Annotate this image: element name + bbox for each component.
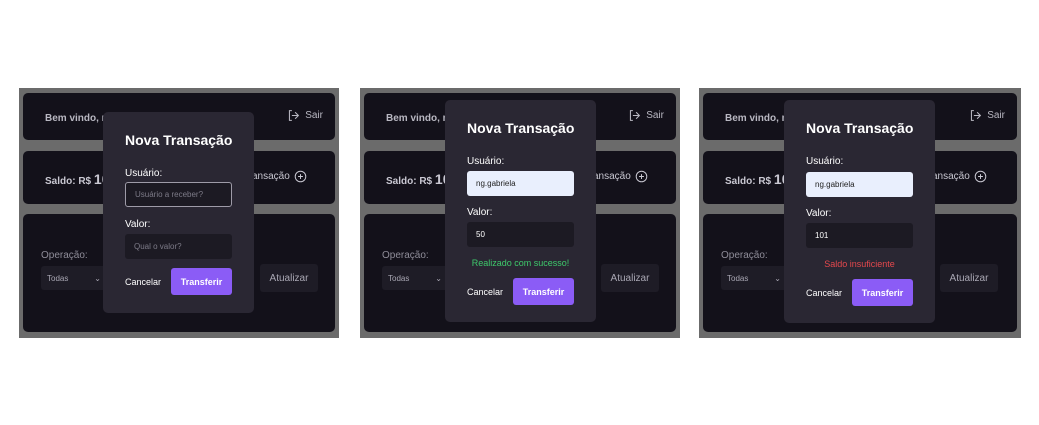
new-transaction-label: ansação [932,171,970,182]
cancel-button[interactable]: Cancelar [806,288,842,298]
operation-select[interactable]: Todas ⌄ [41,266,107,290]
screenshot-error: Bem vindo, n Sair Saldo: R$ 10 ansação O… [699,88,1021,338]
new-transaction-button[interactable]: ansação [932,170,987,183]
balance-label: Saldo: R$ [386,176,433,187]
user-input[interactable]: Usuário a receber? [125,182,232,207]
error-message: Saldo insuficiente [824,259,895,269]
operation-label: Operação: [382,250,429,261]
transfer-label: Transferir [522,286,565,297]
greeting-text: Bem vindo, n [45,113,108,124]
logout-button[interactable]: Sair [969,109,1005,122]
value-placeholder: Qual o valor? [134,242,182,251]
refresh-label: Atualizar [949,272,989,284]
refresh-button[interactable]: Atualizar [260,264,318,292]
value-input[interactable]: Qual o valor? [125,234,232,259]
value-input[interactable]: 50 [467,222,574,247]
value-label: Valor: [467,207,493,218]
transfer-button[interactable]: Transferir [852,279,913,306]
balance-text: Saldo: R$ 10 [386,171,450,187]
greeting-text: Bem vindo, n [386,113,449,124]
user-input[interactable]: ng.gabriela [806,172,913,197]
screenshot-empty-form: Bem vindo, n Sair Saldo: R$ 10 ansação O… [19,88,339,338]
success-message: Realizado com sucesso! [471,258,570,268]
plus-circle-icon [635,170,648,183]
screenshot-success: Bem vindo, n Sair Saldo: R$ 10 ansação O… [360,88,680,338]
new-transaction-modal: Nova Transação Usuário: ng.gabriela Valo… [445,100,596,322]
new-transaction-modal: Nova Transação Usuário: ng.gabriela Valo… [784,100,935,323]
transfer-label: Transferir [861,287,904,298]
operation-selected: Todas [47,273,69,283]
balance-text: Saldo: R$ 10 [45,171,109,187]
cancel-button[interactable]: Cancelar [125,277,161,287]
user-placeholder: Usuário a receber? [135,190,204,199]
new-transaction-button[interactable]: ansação [593,170,648,183]
refresh-label: Atualizar [610,272,650,284]
value-value: 50 [476,230,485,239]
modal-title: Nova Transação [467,120,575,136]
logout-icon [289,110,300,121]
transfer-button[interactable]: Transferir [513,278,574,305]
refresh-button[interactable]: Atualizar [940,264,998,292]
chevron-down-icon: ⌄ [774,273,781,283]
balance-label: Saldo: R$ [45,176,92,187]
refresh-label: Atualizar [269,272,309,284]
new-transaction-label: ansação [252,171,290,182]
greeting-text: Bem vindo, n [725,113,788,124]
logout-label: Sair [646,110,664,121]
new-transaction-modal: Nova Transação Usuário: Usuário a recebe… [103,112,254,313]
user-value: ng.gabriela [476,179,516,188]
logout-icon [971,110,982,121]
operation-select[interactable]: Todas ⌄ [721,266,787,290]
value-input[interactable]: 101 [806,223,913,248]
operation-label: Operação: [721,250,768,261]
logout-button[interactable]: Sair [287,109,323,122]
transfer-button[interactable]: Transferir [171,268,232,295]
user-label: Usuário: [125,168,163,179]
operation-selected: Todas [727,273,749,283]
user-input[interactable]: ng.gabriela [467,171,574,196]
user-label: Usuário: [806,156,844,167]
refresh-button[interactable]: Atualizar [601,264,659,292]
user-value: ng.gabriela [815,180,855,189]
new-transaction-button[interactable]: ansação [252,170,307,183]
chevron-down-icon: ⌄ [94,273,101,283]
transfer-label: Transferir [180,276,223,287]
logout-button[interactable]: Sair [628,109,664,122]
cancel-button[interactable]: Cancelar [467,287,503,297]
value-value: 101 [815,231,829,240]
value-label: Valor: [125,219,151,230]
user-label: Usuário: [467,156,505,167]
logout-label: Sair [305,110,323,121]
modal-title: Nova Transação [125,132,233,148]
operation-select[interactable]: Todas ⌄ [382,266,448,290]
logout-icon [630,110,641,121]
plus-circle-icon [974,170,987,183]
plus-circle-icon [294,170,307,183]
balance-text: Saldo: R$ 10 [725,171,789,187]
chevron-down-icon: ⌄ [435,273,442,283]
value-label: Valor: [806,208,832,219]
modal-title: Nova Transação [806,120,914,136]
new-transaction-label: ansação [593,171,631,182]
operation-selected: Todas [388,273,410,283]
operation-label: Operação: [41,250,88,261]
logout-label: Sair [987,110,1005,121]
balance-label: Saldo: R$ [725,176,772,187]
